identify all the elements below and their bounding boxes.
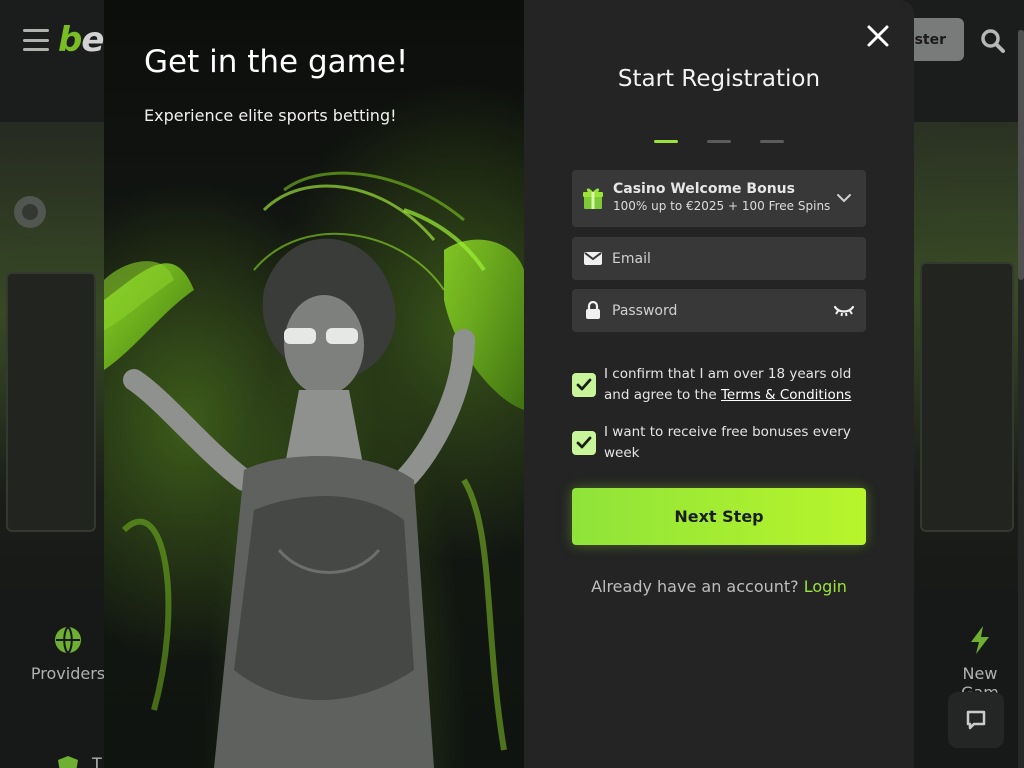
next-step-button[interactable]: Next Step bbox=[572, 488, 866, 545]
step-3-indicator bbox=[760, 140, 784, 143]
step-2-indicator bbox=[707, 140, 731, 143]
terms-link[interactable]: Terms & Conditions bbox=[721, 387, 851, 403]
checkmark-icon bbox=[576, 378, 592, 391]
bonus-optin-checkbox[interactable] bbox=[572, 431, 596, 455]
gift-icon bbox=[583, 188, 603, 209]
cheerleader-illustration bbox=[104, 171, 524, 768]
registration-modal: Get in the game! Experience elite sports… bbox=[104, 0, 914, 768]
bonus-select[interactable]: Casino Welcome Bonus 100% up to €2025 + … bbox=[572, 170, 866, 227]
age-confirm-checkbox[interactable] bbox=[572, 373, 596, 397]
promo-title: Get in the game! bbox=[144, 44, 409, 80]
bonus-description: 100% up to €2025 + 100 Free Spins bbox=[613, 199, 831, 213]
chevron-down-icon bbox=[837, 194, 851, 202]
login-prompt: Already have an account? Login bbox=[591, 577, 847, 596]
step-1-indicator bbox=[654, 140, 678, 143]
bonus-optin-row: I want to receive free bonuses every wee… bbox=[572, 422, 872, 466]
email-input[interactable] bbox=[612, 237, 832, 280]
bonus-optin-text: I want to receive free bonuses every wee… bbox=[604, 424, 851, 461]
age-confirm-text: I confirm that I am over 18 years old an… bbox=[604, 366, 852, 403]
registration-form-panel: Start Registration Casino Welcome Bonus … bbox=[524, 0, 914, 768]
envelope-icon bbox=[584, 252, 602, 265]
bonus-title: Casino Welcome Bonus bbox=[613, 181, 795, 197]
lock-icon bbox=[586, 301, 600, 319]
close-icon[interactable] bbox=[864, 22, 892, 50]
form-title: Start Registration bbox=[617, 66, 821, 92]
eye-closed-icon[interactable] bbox=[834, 303, 854, 317]
age-confirm-row: I confirm that I am over 18 years old an… bbox=[572, 364, 872, 408]
login-link[interactable]: Login bbox=[804, 577, 847, 596]
step-indicator bbox=[654, 140, 784, 144]
password-input[interactable] bbox=[612, 289, 832, 332]
promo-subtitle: Experience elite sports betting! bbox=[144, 106, 397, 125]
checkmark-icon bbox=[576, 436, 592, 449]
password-field[interactable] bbox=[572, 289, 866, 332]
promo-panel: Get in the game! Experience elite sports… bbox=[104, 0, 524, 768]
email-field[interactable] bbox=[572, 237, 866, 280]
